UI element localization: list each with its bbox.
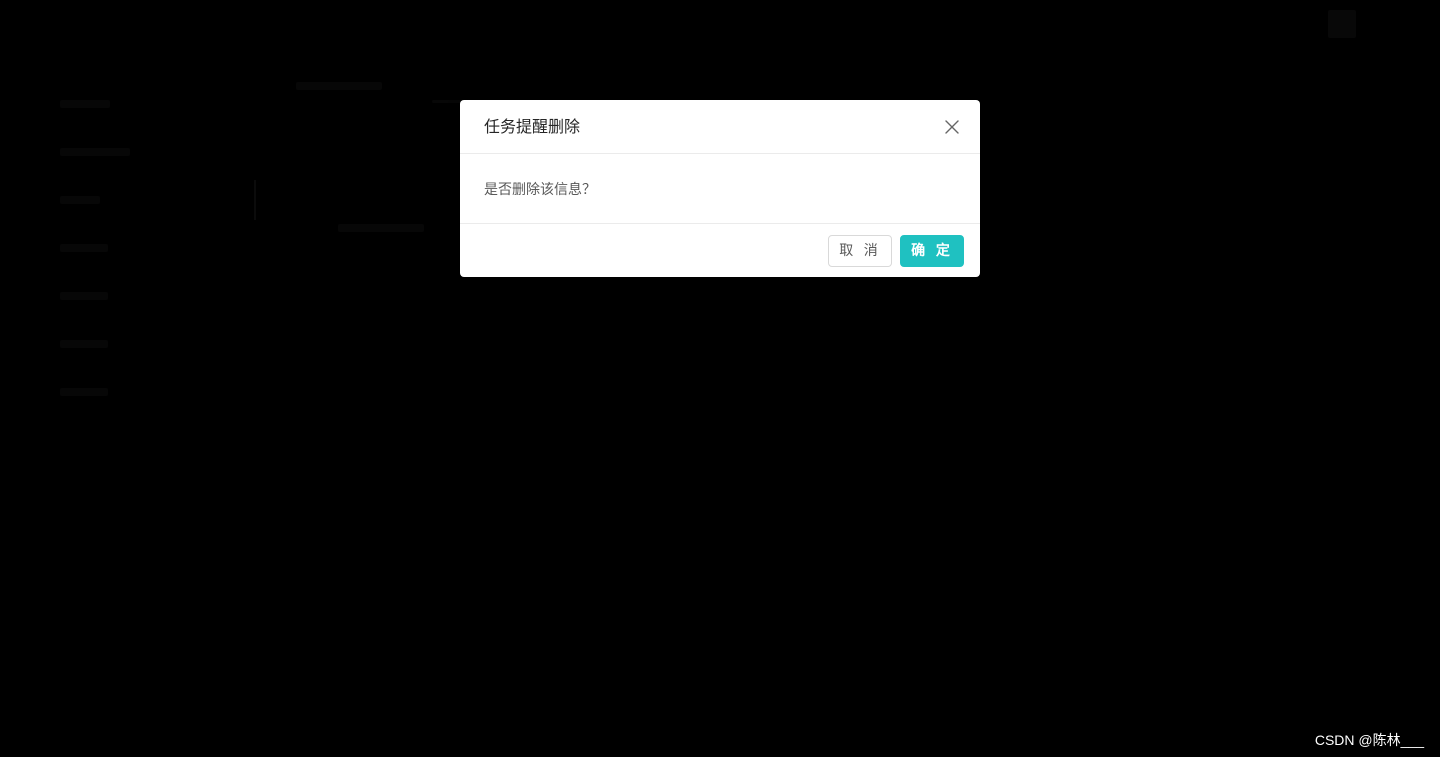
close-icon[interactable]: [941, 115, 963, 139]
watermark: CSDN @陈林___: [1314, 732, 1424, 748]
dialog-header: 任务提醒删除: [460, 100, 980, 154]
confirm-dialog: 任务提醒删除 是否删除该信息？ 取 消 确 定: [460, 100, 980, 277]
close-icon-glyph: [945, 120, 959, 134]
dialog-body: 是否删除该信息？: [460, 154, 980, 224]
dialog-footer: 取 消 确 定: [460, 224, 980, 277]
cancel-button[interactable]: 取 消: [828, 235, 892, 267]
page: 任务提醒删除 是否删除该信息？ 取 消 确 定 CSDN @陈林___: [0, 0, 1440, 757]
confirm-button[interactable]: 确 定: [900, 235, 964, 267]
dialog-message: 是否删除该信息？: [484, 182, 596, 198]
dialog-title: 任务提醒删除: [484, 117, 581, 136]
